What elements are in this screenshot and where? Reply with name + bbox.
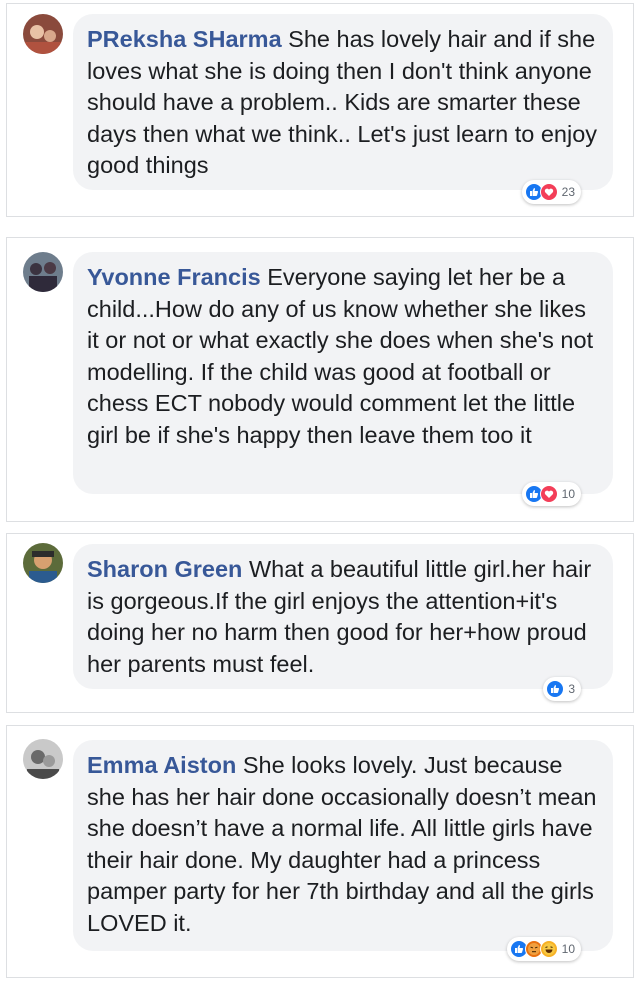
comment-bubble: Yvonne Francis Everyone saying let her b… (73, 252, 613, 494)
reaction-count: 10 (561, 942, 575, 956)
comment-text: Everyone saying let her be a child...How… (87, 264, 594, 448)
comment-card: Yvonne Francis Everyone saying let her b… (6, 237, 634, 522)
reactions-summary[interactable]: 23 (521, 180, 581, 204)
comment-bubble: Emma Aiston She looks lovely. Just becau… (73, 740, 613, 951)
reactions-summary[interactable]: 10 (521, 482, 581, 506)
reactions-summary[interactable]: 3 (543, 677, 581, 701)
comment-author[interactable]: Emma Aiston (87, 752, 236, 778)
reaction-count: 23 (561, 185, 575, 199)
comment-bubble: PReksha SHarma She has lovely hair and i… (73, 14, 613, 190)
like-icon (546, 680, 565, 698)
comment-card: Sharon Green What a beautiful little gir… (6, 533, 634, 713)
avatar[interactable] (23, 739, 63, 779)
avatar[interactable] (23, 14, 63, 54)
comment-text: She looks lovely. Just because she has h… (87, 752, 597, 936)
comment-author[interactable]: PReksha SHarma (87, 26, 282, 52)
love-icon (539, 485, 558, 503)
haha-icon (539, 940, 558, 958)
reaction-count: 10 (561, 487, 575, 501)
comment-card: Emma Aiston She looks lovely. Just becau… (6, 725, 634, 978)
comment-author[interactable]: Sharon Green (87, 556, 242, 582)
avatar[interactable] (23, 252, 63, 292)
comment-author[interactable]: Yvonne Francis (87, 264, 261, 290)
reactions-summary[interactable]: 10 (506, 937, 581, 961)
reaction-count: 3 (568, 682, 575, 696)
comment-card: PReksha SHarma She has lovely hair and i… (6, 3, 634, 217)
love-icon (539, 183, 558, 201)
avatar[interactable] (23, 543, 63, 583)
comment-bubble: Sharon Green What a beautiful little gir… (73, 544, 613, 689)
